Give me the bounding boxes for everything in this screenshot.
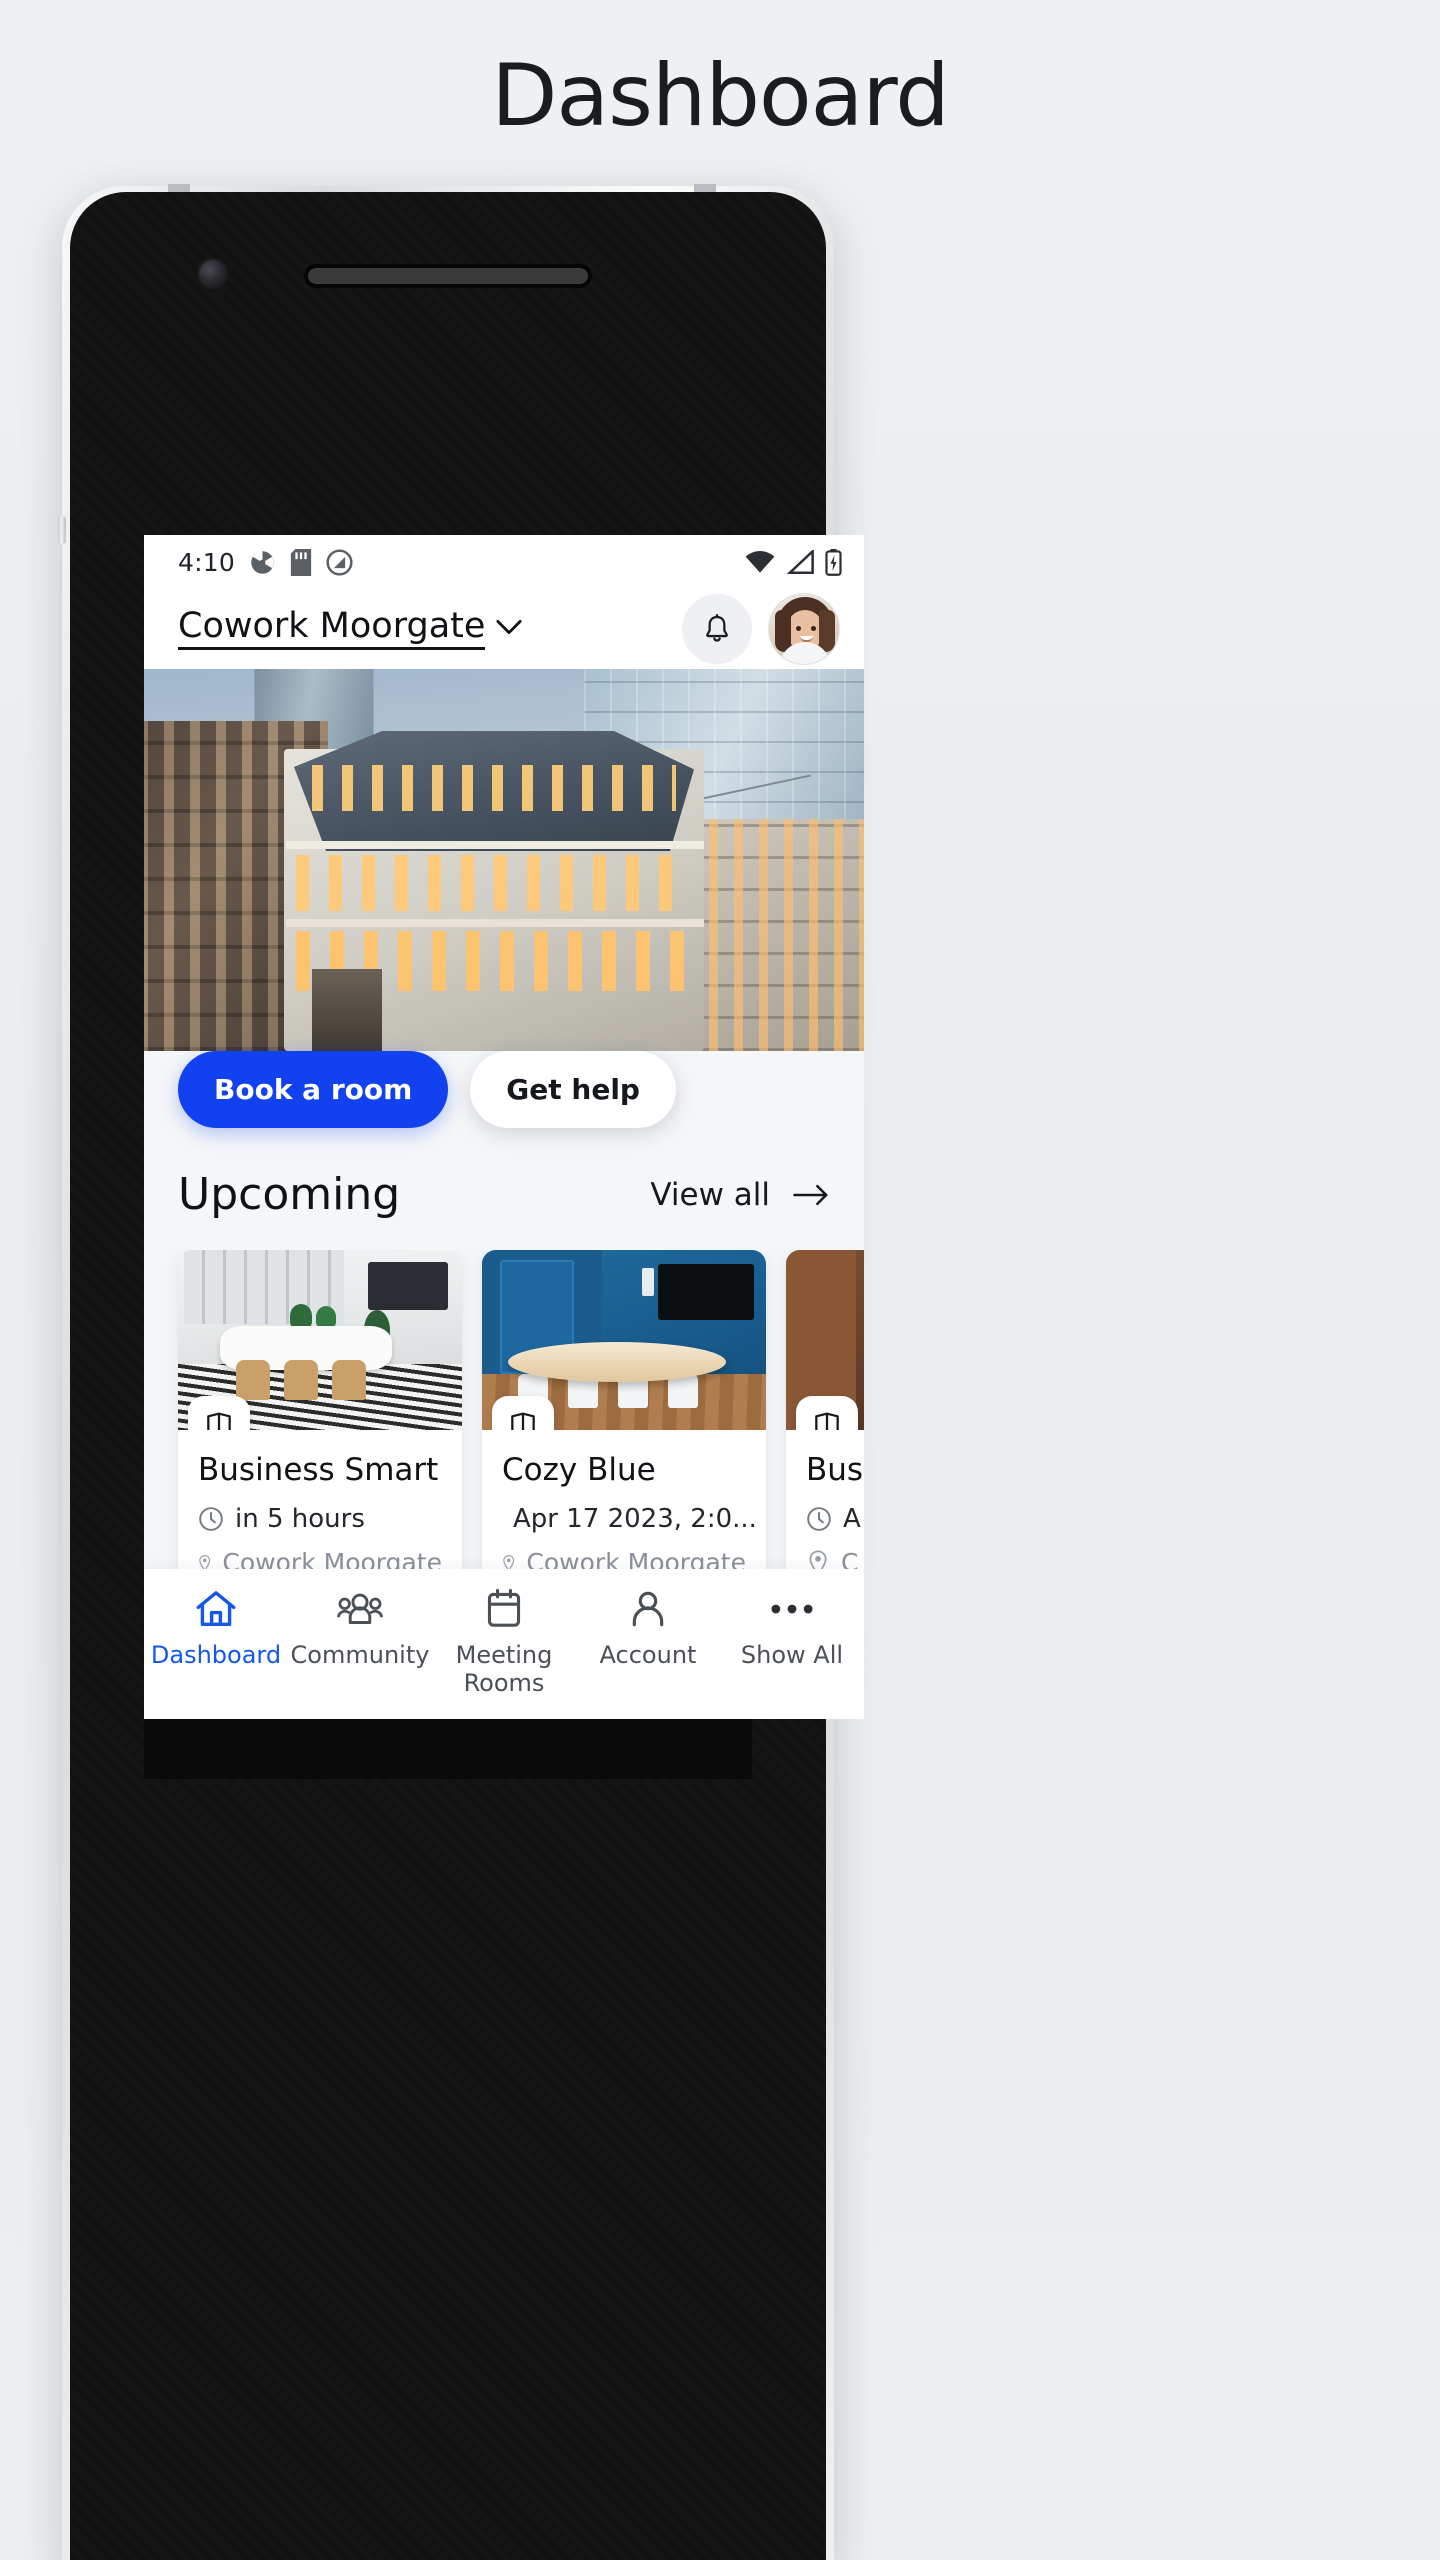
notifications-button[interactable] <box>682 594 752 664</box>
nav-label-dashboard: Dashboard <box>150 1641 282 1669</box>
card-image-table <box>508 1342 726 1382</box>
nav-item-meeting-rooms[interactable]: Meeting Rooms <box>432 1587 576 1698</box>
sync-icon <box>251 550 274 574</box>
list-item[interactable]: Business Smart in 5 hours Cowork Moorgat… <box>178 1250 462 1615</box>
card-time-row: A <box>806 1504 864 1534</box>
venue-name-label: Cowork Moorgate <box>178 608 486 650</box>
phone-bottom-chin <box>144 1719 752 1779</box>
door-icon <box>511 1412 535 1430</box>
nav-label-meeting-rooms: Meeting Rooms <box>455 1641 553 1698</box>
page-title: Dashboard <box>491 46 950 146</box>
room-type-badge <box>796 1396 858 1430</box>
chevron-down-icon <box>496 620 523 634</box>
do-not-disturb-icon <box>326 548 353 576</box>
nav-label-community: Community <box>290 1641 430 1669</box>
card-image <box>482 1250 766 1430</box>
front-camera-icon <box>199 260 226 287</box>
card-image <box>786 1250 864 1430</box>
card-time-label: Apr 17 2023, 2:0... <box>513 1504 757 1534</box>
hero-roof-windows <box>312 765 676 811</box>
nav-item-account[interactable]: Account <box>576 1587 720 1669</box>
hero-cornice-lower <box>286 919 704 927</box>
phone-mockup: 4:10 Cowork Moorgate Upcoming View all B… <box>58 184 864 2560</box>
clock-icon <box>807 1507 831 1531</box>
status-bar-time: 4:10 <box>178 547 235 577</box>
avatar[interactable] <box>768 593 840 665</box>
card-title: Cozy Blue <box>502 1452 656 1488</box>
upcoming-title: Upcoming <box>178 1169 401 1220</box>
hero-cornice-upper <box>286 841 704 849</box>
hero-windows-row-1 <box>296 855 692 911</box>
upcoming-section-header: Upcoming View all <box>144 1169 864 1220</box>
list-item[interactable]: Cozy Blue Apr 17 2023, 2:0... Cowork Moo… <box>482 1250 766 1615</box>
person-icon <box>628 1587 668 1631</box>
avatar-hair-left <box>775 610 791 652</box>
list-item[interactable]: Bus A C <box>786 1250 864 1615</box>
app-bar: Cowork Moorgate <box>144 589 864 669</box>
card-image-plant-1 <box>290 1304 312 1328</box>
phone-left-button <box>58 516 66 544</box>
door-icon <box>815 1412 839 1430</box>
nav-item-dashboard[interactable]: Dashboard <box>144 1587 288 1669</box>
nav-item-show-all[interactable]: Show All <box>720 1587 864 1669</box>
hero-right-building <box>684 819 864 1051</box>
card-image-chair <box>284 1360 318 1400</box>
card-time-row: Apr 17 2023, 2:0... <box>502 1504 757 1534</box>
home-icon <box>195 1587 237 1631</box>
room-type-badge <box>188 1396 250 1430</box>
card-image-chair <box>332 1360 366 1400</box>
card-time-row: in 5 hours <box>198 1504 442 1534</box>
nav-item-community[interactable]: Community <box>288 1587 432 1669</box>
status-bar-right-icons <box>745 548 842 576</box>
phone-screen: 4:10 Cowork Moorgate Upcoming View all B… <box>144 535 864 1719</box>
view-all-label: View all <box>650 1176 770 1213</box>
view-all-button[interactable]: View all <box>650 1177 830 1213</box>
sd-card-icon <box>290 548 312 576</box>
clock-icon <box>199 1507 223 1531</box>
bell-icon <box>706 614 728 642</box>
calendar-icon <box>484 1587 524 1631</box>
book-a-room-button[interactable]: Book a room <box>178 1051 449 1128</box>
hero-cta-row: Book a room Get help <box>144 1051 864 1128</box>
bottom-navigation-bar: Dashboard Community Meeting Rooms Accoun… <box>144 1569 864 1719</box>
hero-street <box>312 969 382 1051</box>
get-help-button[interactable]: Get help <box>470 1051 676 1128</box>
earpiece-speaker <box>308 268 588 284</box>
nav-label-show-all: Show All <box>740 1641 844 1669</box>
avatar-hair-right <box>819 610 835 652</box>
card-image-speaker <box>642 1268 654 1296</box>
card-image-tv <box>368 1262 448 1310</box>
card-image-chair <box>236 1360 270 1400</box>
room-type-badge <box>492 1396 554 1430</box>
ellipsis-icon <box>770 1587 814 1631</box>
people-icon <box>337 1587 383 1631</box>
venue-selector[interactable]: Cowork Moorgate <box>178 608 523 650</box>
avatar-eye-left <box>796 626 801 631</box>
status-bar-left-icons <box>249 548 353 576</box>
card-image-tv <box>658 1264 754 1320</box>
nav-label-account: Account <box>599 1641 697 1669</box>
status-bar: 4:10 <box>144 535 864 589</box>
card-image-plant-2 <box>316 1306 336 1328</box>
card-title: Bus <box>806 1452 864 1488</box>
card-title: Business Smart <box>198 1452 439 1488</box>
card-time-label: A <box>843 1504 861 1534</box>
venue-hero-image <box>144 669 864 1051</box>
card-image <box>178 1250 462 1430</box>
card-time-label: in 5 hours <box>235 1504 365 1534</box>
avatar-eye-right <box>811 626 816 631</box>
door-icon <box>207 1412 231 1430</box>
upcoming-cards-carousel[interactable]: Business Smart in 5 hours Cowork Moorgat… <box>144 1250 864 1615</box>
arrow-right-icon <box>793 1184 828 1205</box>
wifi-icon <box>745 551 775 573</box>
cellular-signal-icon <box>786 550 814 574</box>
battery-charging-icon <box>825 548 842 576</box>
